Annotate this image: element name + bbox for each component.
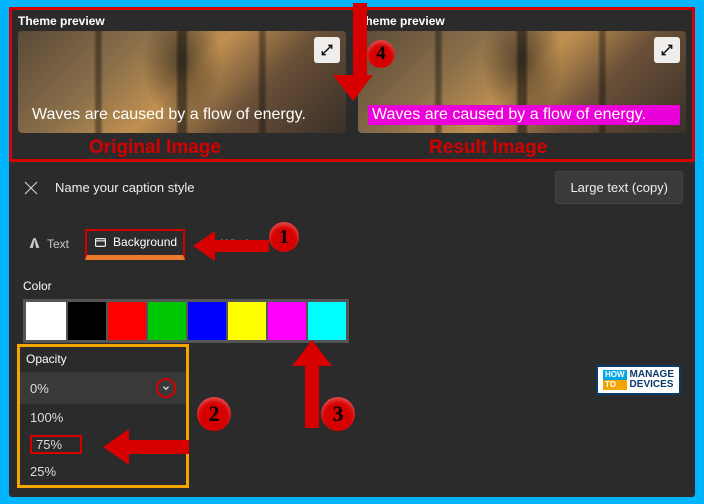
- annotation-badge-1: 1: [269, 222, 299, 252]
- preview-title: Theme preview: [358, 14, 686, 28]
- annotation-badge-2: 2: [197, 397, 231, 431]
- annotation-label-original: Original Image: [89, 137, 221, 159]
- style-edit-icon: [21, 178, 41, 198]
- expand-icon: [320, 43, 334, 57]
- swatch-black[interactable]: [66, 302, 106, 340]
- watermark-logo: HOW TO MANAGE DEVICES: [596, 365, 681, 395]
- chevron-down-icon: [156, 378, 176, 398]
- swatch-cyan[interactable]: [306, 302, 346, 340]
- style-name-row: Name your caption style Large text (copy…: [21, 171, 683, 204]
- color-label: Color: [23, 279, 52, 293]
- annotation-badge-3: 3: [321, 397, 355, 431]
- watermark-how: HOW: [603, 370, 627, 380]
- swatch-green[interactable]: [146, 302, 186, 340]
- opacity-option-100[interactable]: 100%: [20, 404, 186, 431]
- swatch-white[interactable]: [26, 302, 66, 340]
- tab-label: Background: [113, 235, 177, 249]
- expand-button[interactable]: [654, 37, 680, 63]
- opacity-selected-value: 0%: [30, 381, 49, 396]
- background-icon: [93, 235, 107, 249]
- color-swatches: [23, 299, 349, 343]
- watermark-line2: DEVICES: [630, 380, 674, 390]
- tab-text[interactable]: Text: [21, 233, 75, 257]
- annotation-badge-4: 4: [367, 40, 395, 68]
- opacity-dropdown[interactable]: 0%: [20, 372, 186, 404]
- expand-icon: [660, 43, 674, 57]
- tab-label: Text: [47, 237, 69, 251]
- swatch-magenta[interactable]: [266, 302, 306, 340]
- swatch-yellow[interactable]: [226, 302, 266, 340]
- preview-image-result: Waves are caused by a flow of energy.: [358, 31, 686, 133]
- caption-text: Waves are caused by a flow of energy.: [28, 105, 310, 125]
- expand-button[interactable]: [314, 37, 340, 63]
- annotation-label-result: Result Image: [429, 137, 547, 159]
- swatch-blue[interactable]: [186, 302, 226, 340]
- preset-dropdown[interactable]: Large text (copy): [555, 171, 683, 204]
- annotation-arrow-2: [103, 429, 189, 465]
- opacity-label: Opacity: [20, 352, 186, 366]
- annotation-arrow-1: [193, 231, 269, 261]
- opacity-section: Opacity 0% 100% 75% 25%: [17, 344, 189, 488]
- preview-title: Theme preview: [18, 14, 346, 28]
- swatch-red[interactable]: [106, 302, 146, 340]
- caption-text-highlighted: Waves are caused by a flow of energy.: [368, 105, 680, 125]
- app-window: Theme preview Waves are caused by a flow…: [9, 7, 695, 497]
- text-icon: [27, 237, 41, 251]
- style-name-input[interactable]: Name your caption style: [55, 180, 541, 195]
- tab-background[interactable]: Background: [85, 229, 185, 260]
- watermark-to: TO: [603, 380, 627, 390]
- preview-image-original: Waves are caused by a flow of energy.: [18, 31, 346, 133]
